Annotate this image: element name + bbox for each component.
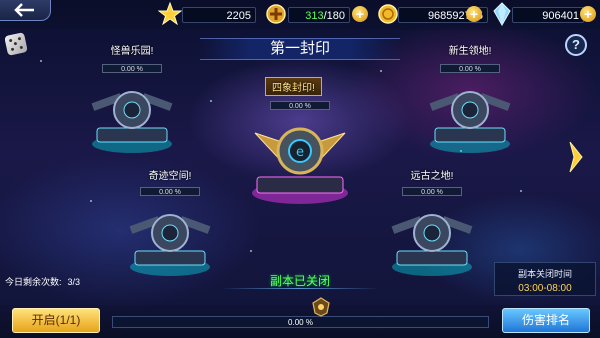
plus-icon: + (583, 6, 593, 22)
remaining-attempts: 今日剩余次数: 3/3 (5, 275, 80, 288)
bg-star (40, 60, 42, 62)
gold-coin-icon (378, 4, 398, 24)
game-screen: 2205 313/180 + 968592745 + 906401 + ? 第一… (0, 0, 600, 338)
page-title: 第一封印 (200, 38, 400, 60)
dungeon-label: 怪兽乐园! (110, 46, 154, 57)
stamina-max: /180 (323, 10, 345, 22)
bg-star (380, 70, 382, 72)
bg-star (210, 100, 212, 102)
crystal-counter: 906401 (512, 7, 584, 23)
turret-icon (129, 214, 211, 276)
divider (220, 288, 380, 289)
bg-star (520, 190, 522, 192)
turret-icon (391, 214, 473, 276)
close-time-box: 副本关闭时间 03:00-08:00 (494, 262, 596, 296)
close-time-value: 03:00-08:00 (518, 283, 572, 294)
dungeon-progress: 0.00 % (402, 187, 462, 196)
emblem-turret-icon: e (252, 127, 348, 204)
svg-text:e: e (296, 145, 304, 160)
right-arrow-icon[interactable] (568, 140, 584, 174)
damage-ranking-button[interactable]: 伤害排名 (502, 308, 590, 333)
help-icon[interactable]: ? (565, 34, 587, 56)
dungeon-progress: 0.00 % (102, 64, 162, 73)
dungeon-node-ancient-land[interactable]: 远古之地! 0.00 % (382, 165, 482, 285)
medal-icon (266, 4, 286, 24)
dungeon-label: 新生领地! (448, 46, 492, 57)
add-gold-button[interactable]: + (466, 6, 482, 22)
bg-star (250, 250, 252, 252)
dungeon-progress: 0.00 % (270, 101, 330, 110)
add-stamina-button[interactable]: + (352, 6, 368, 22)
dungeon-label: 四象封印! (265, 77, 322, 96)
dungeon-progress: 0.00 % (140, 187, 200, 196)
stamina-counter: 313/180 (288, 7, 350, 23)
emblem-icon (312, 297, 330, 317)
close-time-label: 副本关闭时间 (517, 269, 572, 279)
remaining-value: 3/3 (67, 277, 81, 287)
dice-icon[interactable] (4, 32, 28, 56)
stamina-current: 313 (305, 10, 324, 22)
remaining-label: 今日剩余次数: (5, 277, 62, 287)
turret-icon (91, 91, 173, 153)
back-button[interactable] (0, 0, 51, 21)
dungeon-node-four-seals[interactable]: 四象封印! 0.00 % e (245, 75, 355, 215)
dungeon-node-monster-park[interactable]: 怪兽乐园! 0.00 % (82, 40, 182, 160)
dungeon-label: 奇迹空间! (148, 171, 192, 182)
dungeon-progress: 0.00 % (440, 64, 500, 73)
turret-icon (429, 91, 511, 153)
progress-text: 0.00 % (288, 318, 313, 327)
dungeon-label: 远古之地! (410, 171, 454, 182)
dungeon-status: 副本已关闭 (269, 274, 330, 288)
add-crystal-button[interactable]: + (580, 6, 596, 22)
dungeon-node-miracle-space[interactable]: 奇迹空间! 0.00 % (120, 165, 220, 285)
back-arrow-icon (14, 3, 34, 17)
dungeon-node-new-territory[interactable]: 新生领地! 0.00 % (420, 40, 520, 160)
plus-icon: + (469, 6, 479, 22)
crystal-icon (493, 2, 511, 26)
plus-icon: + (355, 6, 365, 22)
bg-star (90, 200, 92, 202)
stars-counter: 2205 (182, 7, 256, 23)
boss-progress-bar: 0.00 % (112, 316, 489, 328)
open-button[interactable]: 开启(1/1) (12, 308, 100, 333)
star-icon (158, 2, 182, 26)
